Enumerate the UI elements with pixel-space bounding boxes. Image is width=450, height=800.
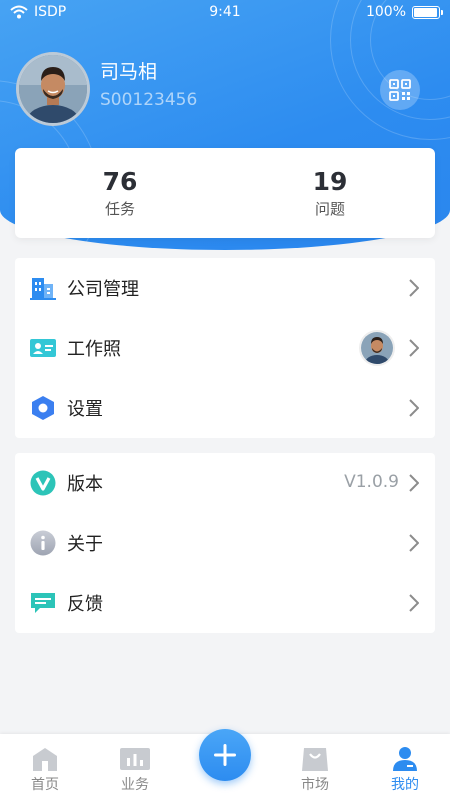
menu-group-2: 版本 V1.0.9 关于 反馈 [15,453,435,633]
qr-code-button[interactable] [380,70,420,110]
battery-percent: 100% [365,4,406,20]
tab-label: 我的 [391,777,419,793]
battery-icon [412,5,443,19]
stat-tasks[interactable]: 76 任务 [15,148,225,238]
qr-code-icon [389,79,411,101]
status-bar: ISDP 9:41 100% [0,0,450,26]
menu-label: 反馈 [67,594,103,615]
version-v-icon [29,469,57,497]
tab-label: 首页 [31,777,59,793]
menu-item-company[interactable]: 公司管理 [15,258,435,318]
add-button[interactable] [199,729,251,781]
menu-item-work-photo[interactable]: 工作照 [15,318,435,378]
tab-label: 市场 [301,777,329,793]
stat-label: 任务 [104,200,135,218]
feedback-icon [29,589,57,617]
version-value: V1.0.9 [344,472,399,492]
building-icon [29,274,57,302]
tab-profile[interactable]: 我的 [375,746,435,794]
home-icon [33,748,57,771]
menu-item-about[interactable]: 关于 [15,513,435,573]
tab-business[interactable]: 业务 [105,746,165,794]
menu-label: 设置 [67,399,103,420]
menu-label: 公司管理 [67,279,139,300]
menu-item-settings[interactable]: 设置 [15,378,435,438]
plus-icon [214,744,236,766]
tab-home[interactable]: 首页 [15,746,75,794]
stat-value: 76 [102,167,138,196]
settings-hexagon-icon [29,394,57,422]
menu-label: 版本 [67,474,103,495]
chevron-right-icon [409,399,419,417]
user-id: S00123456 [100,89,198,110]
chevron-right-icon [409,594,419,612]
menu-item-version[interactable]: 版本 V1.0.9 [15,453,435,513]
chevron-right-icon [409,339,419,357]
chevron-right-icon [409,279,419,297]
menu-label: 工作照 [67,339,121,360]
market-bag-icon [302,748,328,771]
menu-label: 关于 [67,534,103,555]
user-profile[interactable]: 司马相 S00123456 [16,52,197,126]
profile-icon [393,747,417,771]
tab-label: 业务 [121,777,149,793]
menu-item-feedback[interactable]: 反馈 [15,573,435,633]
avatar[interactable] [16,52,90,126]
menu-group-1: 公司管理 工作照 设置 [15,258,435,438]
stat-label: 问题 [314,200,345,218]
id-card-icon [29,334,57,362]
user-name: 司马相 [100,60,158,83]
chevron-right-icon [409,534,419,552]
info-icon [29,529,57,557]
stat-value: 19 [312,167,348,196]
stats-card: 76 任务 19 问题 [15,148,435,238]
chevron-right-icon [409,474,419,492]
business-chart-icon [120,748,150,770]
tab-market[interactable]: 市场 [285,746,345,794]
stat-issues[interactable]: 19 问题 [225,148,435,238]
work-photo-avatar [359,330,395,366]
